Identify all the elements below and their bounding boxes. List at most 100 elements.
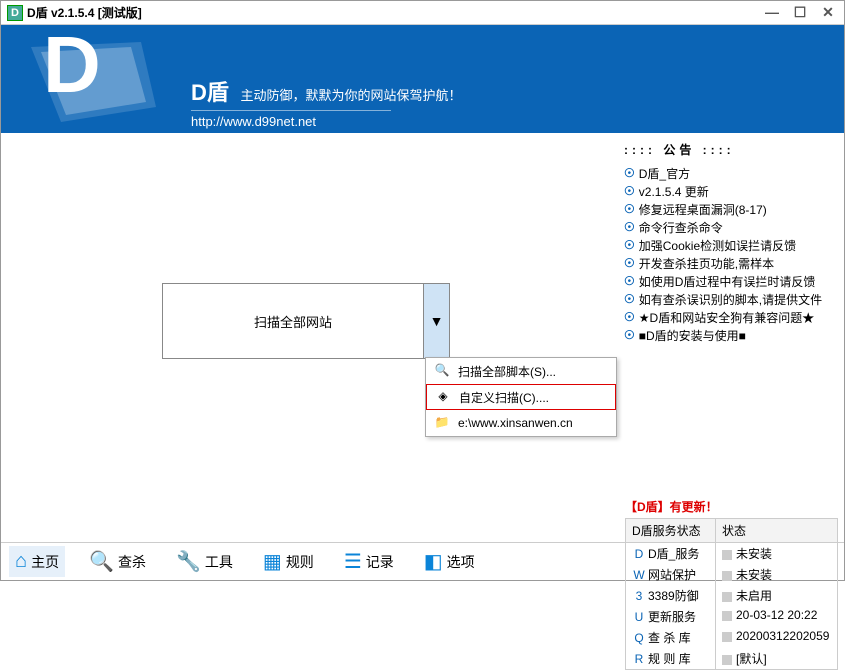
notice-item[interactable]: ☉ 加强Cookie检测如误拦请反馈 [624,236,836,254]
notice-item[interactable]: ☉ 如有查杀误识别的脚本,请提供文件 [624,290,836,308]
menu-item-icon: 📁 [434,415,450,431]
banner-url[interactable]: http://www.d99net.net [191,110,391,129]
notice-text: 如使用D盾过程中有误拦时请反馈 [639,273,816,290]
menu-item[interactable]: 📁e:\www.xinsanwen.cn [426,410,616,436]
tab-icon: ⌂ [15,550,27,573]
nav-tab[interactable]: 🔍查杀 [83,545,152,578]
bullet-icon: ☉ [624,166,635,180]
status-header-service: D盾服务状态 [626,519,716,542]
bullet-icon: ☉ [624,310,635,324]
notice-item[interactable]: ☉ 命令行查杀命令 [624,218,836,236]
menu-item-icon: 🔍 [434,363,450,379]
tab-icon: 🔧 [176,549,201,574]
notice-text: 加强Cookie检测如误拦请反馈 [639,237,796,254]
tab-label: 记录 [366,552,394,572]
bullet-icon: ☉ [624,184,635,198]
maximize-button[interactable]: ☐ [790,4,810,21]
menu-item[interactable]: ◈ 自定义扫描(C).... [426,384,616,410]
banner-slogan: 主动防御，默默为你的网站保驾护航！ [241,88,462,103]
menu-item-label: 自定义扫描(C).... [459,389,549,406]
status-value: 20200312202059 [736,629,829,643]
notice-item[interactable]: ☉ D盾_官方 [624,164,836,182]
main-area: 扫描全部网站 ▼ 🔍 扫描全部脚本(S)... ◈ 自定义扫描(C).... 📁e:\w… [1,133,844,540]
bullet-icon: ☉ [624,256,635,270]
notice-text: D盾_官方 [639,165,690,182]
status-icon: R [632,652,646,666]
logo: D [13,29,173,129]
status-value: 20-03-12 20:22 [736,608,817,622]
bullet-icon: ☉ [624,292,635,306]
status-row: Q查 杀 库 20200312202059 [626,627,837,648]
status-name: 查 杀 库 [648,631,691,645]
window-title: D盾 v2.1.5.4 [测试版] [27,4,142,21]
notice-item[interactable]: ☉ ★D盾和网站安全狗有兼容问题★ [624,308,836,326]
status-name: 更新服务 [648,610,696,624]
status-icon: 3 [632,589,646,603]
scan-dropdown-button[interactable]: ▼ [423,284,449,358]
status-square-icon [722,655,732,665]
scan-context-menu: 🔍 扫描全部脚本(S)... ◈ 自定义扫描(C).... 📁e:\www.xinsan… [425,357,617,437]
status-row: 33389防御 未启用 [626,585,837,606]
notice-text: 命令行查杀命令 [639,219,723,236]
notice-text: 修复远程桌面漏洞(8-17) [639,201,767,218]
notice-header: :::: 公告 :::: [624,141,836,158]
scan-label: 扫描全部网站 [163,284,423,358]
nav-tab[interactable]: 🔧工具 [170,545,239,578]
bullet-icon: ☉ [624,274,635,288]
notice-text: 如有查杀误识别的脚本,请提供文件 [639,291,822,308]
status-name: 3389防御 [648,589,699,603]
scan-selector[interactable]: 扫描全部网站 ▼ [162,283,450,359]
status-header: D盾服务状态 状态 [626,519,837,543]
menu-item[interactable]: 🔍 扫描全部脚本(S)... [426,358,616,384]
tab-icon: ◧ [424,549,443,574]
nav-tab[interactable]: ▦规则 [257,545,320,578]
banner-title: D盾 [191,75,229,107]
menu-item-icon: ◈ [435,389,451,405]
tab-label: 查杀 [118,552,146,572]
status-row: R规 则 库 [默认] [626,648,837,669]
bullet-icon: ☉ [624,220,635,234]
notice-item[interactable]: ☉ v2.1.5.4 更新 [624,182,836,200]
minimize-button[interactable]: — [762,4,782,21]
menu-item-label: 扫描全部脚本(S)... [458,363,556,380]
nav-tab[interactable]: ☰记录 [338,545,400,578]
status-value: 未启用 [736,589,772,603]
titlebar: D D盾 v2.1.5.4 [测试版] — ☐ ✕ [1,1,844,25]
status-icon: Q [632,631,646,645]
tab-icon: ☰ [344,549,362,574]
close-button[interactable]: ✕ [818,4,838,21]
banner-text: D盾 主动防御，默默为你的网站保驾护航！ [191,75,462,107]
bullet-icon: ☉ [624,202,635,216]
tab-label: 工具 [205,552,233,572]
notice-text: v2.1.5.4 更新 [639,183,709,200]
status-square-icon [722,592,732,602]
status-square-icon [722,611,732,621]
status-value: [默认] [736,652,767,666]
notice-text: 开发查杀挂页功能,需样本 [639,255,774,272]
status-square-icon [722,632,732,642]
tab-icon: 🔍 [89,549,114,574]
tab-label: 规则 [286,552,314,572]
notice-item[interactable]: ☉ 如使用D盾过程中有误拦时请反馈 [624,272,836,290]
notice-panel: :::: 公告 :::: ☉D盾_官方☉v2.1.5.4 更新☉修复远程桌面漏洞… [624,141,836,344]
bullet-icon: ☉ [624,238,635,252]
bullet-icon: ☉ [624,328,635,342]
window-controls: — ☐ ✕ [762,4,838,21]
notice-item[interactable]: ☉ ■D盾的安装与使用■ [624,326,836,344]
tab-icon: ▦ [263,549,282,574]
tab-label: 选项 [447,552,475,572]
notice-item[interactable]: ☉ 修复远程桌面漏洞(8-17) [624,200,836,218]
status-table: D盾服务状态 状态 DD盾_服务未安装W网站保护未安装33389防御未启用U更新… [625,518,838,670]
status-name: 规 则 库 [648,652,691,666]
nav-tab[interactable]: ⌂主页 [9,546,65,577]
update-notice[interactable]: 【D盾】有更新！ [625,498,718,515]
bottom-nav: ⌂主页 🔍查杀 🔧工具 ▦规则 ☰记录 ◧选项 [1,542,844,580]
app-icon: D [7,5,23,21]
nav-tab[interactable]: ◧选项 [418,545,481,578]
notice-text: ★D盾和网站安全狗有兼容问题★ [639,309,814,326]
notice-text: ■D盾的安装与使用■ [639,327,746,344]
tab-label: 主页 [31,552,59,572]
status-row: U更新服务 20-03-12 20:22 [626,606,837,627]
notice-item[interactable]: ☉ 开发查杀挂页功能,需样本 [624,254,836,272]
status-icon: U [632,610,646,624]
